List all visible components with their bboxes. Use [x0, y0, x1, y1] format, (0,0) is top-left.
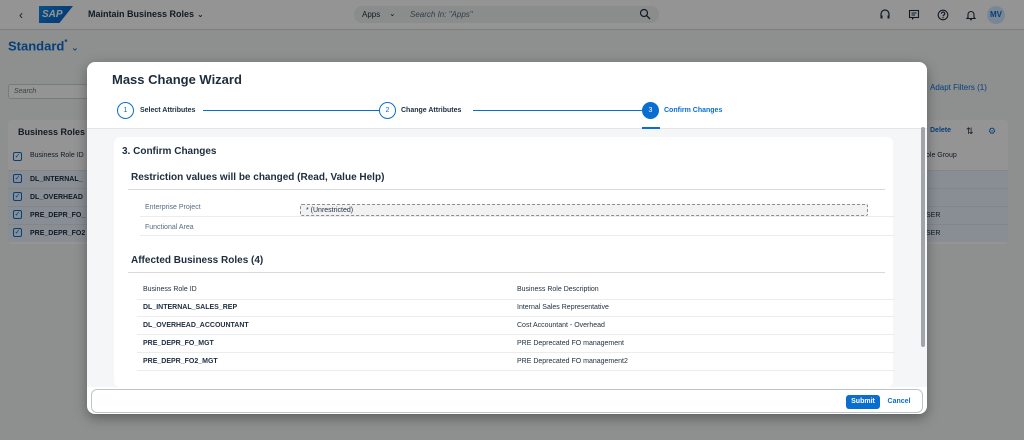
divider	[137, 334, 895, 335]
table-row-id: PRE_DEPR_FO2_MGT	[143, 358, 218, 365]
cancel-button[interactable]: Cancel	[884, 395, 914, 409]
table-row-id: DL_OVERHEAD_ACCOUNTANT	[143, 322, 249, 329]
divider	[137, 352, 895, 353]
step-2-indicator[interactable]: 2	[379, 102, 396, 119]
mass-change-wizard-dialog: Mass Change Wizard 1 Select Attributes 2…	[87, 62, 927, 414]
divider	[140, 235, 895, 236]
divider	[137, 299, 895, 300]
table-row-description: PRE Deprecated FO management2	[517, 358, 628, 365]
wizard-content: 3. Confirm Changes Restriction values wi…	[87, 129, 927, 387]
step-3-indicator[interactable]: 3	[642, 102, 659, 119]
column-header-role-id: Business Role ID	[143, 286, 197, 293]
divider	[128, 272, 885, 273]
dialog-title: Mass Change Wizard	[112, 72, 242, 87]
step-connector	[473, 110, 642, 111]
step-1-label[interactable]: Select Attributes	[140, 107, 195, 114]
functional-area-value-field[interactable]: * (Unrestricted)	[300, 204, 868, 216]
submit-button[interactable]: Submit	[846, 395, 880, 409]
divider	[137, 370, 895, 371]
affected-roles-heading: Affected Business Roles (4)	[131, 255, 264, 266]
table-row-id: DL_INTERNAL_SALES_REP	[143, 304, 238, 311]
restriction-heading: Restriction values will be changed (Read…	[131, 172, 385, 183]
table-row-id: PRE_DEPR_FO_MGT	[143, 340, 214, 347]
table-row-description: Internal Sales Representative	[517, 304, 609, 311]
field-label-enterprise-project: Enterprise Project	[145, 204, 201, 211]
divider	[137, 316, 895, 317]
divider	[128, 189, 885, 190]
content-scrollbar[interactable]	[921, 127, 925, 347]
step-1-indicator[interactable]: 1	[117, 102, 134, 119]
table-row-description: PRE Deprecated FO management	[517, 340, 624, 347]
step-connector	[203, 110, 379, 111]
step-3-label[interactable]: Confirm Changes	[664, 107, 722, 114]
wizard-progress-bar: 1 Select Attributes 2 Change Attributes …	[87, 98, 927, 129]
divider	[140, 216, 895, 217]
confirm-changes-card: 3. Confirm Changes Restriction values wi…	[114, 137, 895, 387]
section-title: 3. Confirm Changes	[122, 146, 217, 157]
step-2-label[interactable]: Change Attributes	[401, 107, 461, 114]
column-header-role-description: Business Role Description	[517, 286, 599, 293]
field-label-functional-area: Functional Area	[145, 224, 194, 231]
dialog-footer: Submit Cancel	[91, 389, 923, 413]
table-row-description: Cost Accountant - Overhead	[517, 322, 605, 329]
